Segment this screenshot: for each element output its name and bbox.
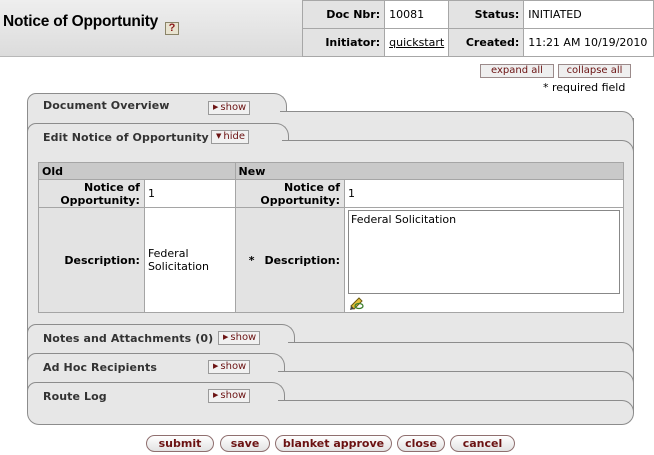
maintenance-table: Old New Notice of Opportunity: 1 Notice … [38, 162, 625, 313]
triangle-right-icon: ▶ [223, 333, 229, 341]
help-icon[interactable]: ? [165, 22, 179, 35]
old-notice-label: Notice of Opportunity: [38, 179, 145, 208]
save-button[interactable]: save [220, 435, 270, 452]
status-label: Status: [448, 0, 525, 29]
notes-toggle-button[interactable]: ▶ show [218, 331, 261, 345]
submit-button[interactable]: submit [146, 435, 214, 452]
table-header-row: Old New [38, 162, 625, 180]
table-row: Notice of Opportunity: 1 Notice of Oppor… [38, 179, 624, 208]
new-notice-label: Notice of Opportunity: [234, 179, 346, 208]
old-notice-value: 1 [143, 179, 236, 208]
tab-notes-title: Notes and Attachments (0) [43, 332, 214, 345]
cancel-button[interactable]: cancel [450, 435, 515, 452]
initiator-link[interactable]: quickstart [389, 36, 444, 49]
required-field-note: * required field [543, 81, 626, 94]
toggle-label: show [230, 332, 257, 343]
tab-adhoc-rail [278, 371, 634, 383]
pencil-icon[interactable] [348, 295, 365, 310]
close-button[interactable]: close [397, 435, 445, 452]
toggle-label: show [220, 361, 247, 372]
page-title: Notice of Opportunity [3, 13, 159, 30]
new-description-cell: Federal Solicitation [344, 207, 624, 313]
blanket-approve-button[interactable]: blanket approve [275, 435, 392, 452]
document-overview-toggle-button[interactable]: ▶ show [208, 101, 251, 115]
table-row: Description: Federal Solicitation * Descr… [38, 207, 624, 313]
tab-document-overview-title: Document Overview [43, 99, 170, 112]
old-description-value: Federal Solicitation [143, 207, 236, 313]
tab-edit-notice-rail [282, 140, 634, 154]
tab-route-log-title: Route Log [43, 390, 107, 403]
new-notice-value: 1 [344, 179, 624, 208]
expand-all-button[interactable]: expand all [480, 64, 554, 78]
new-description-label: Description: [264, 253, 340, 267]
triangle-down-icon: ▼ [216, 132, 222, 140]
triangle-right-icon: ▶ [213, 362, 219, 370]
description-textarea[interactable]: Federal Solicitation [348, 210, 620, 294]
initiator-label: Initiator: [301, 28, 386, 57]
old-description-label: Description: [38, 207, 145, 313]
created-value: 11:21 AM 10/19/2010 [523, 28, 654, 57]
new-header: New [234, 162, 625, 180]
tab-notes-rail [288, 342, 634, 354]
toggle-label: hide [223, 131, 246, 142]
toggle-label: show [220, 390, 247, 401]
document-info-table: Doc Nbr: 10081 Status: INITIATED Initiat… [301, 0, 654, 57]
old-header: Old [38, 162, 236, 180]
triangle-right-icon: ▶ [213, 391, 219, 399]
tab-route-log-rail [278, 400, 634, 412]
collapse-all-button[interactable]: collapse all [558, 64, 631, 78]
doc-nbr-label: Doc Nbr: [301, 0, 386, 29]
tab-adhoc-title: Ad Hoc Recipients [43, 361, 157, 374]
toggle-label: show [220, 102, 247, 113]
tab-document-overview-rail [280, 111, 634, 123]
tab-edit-notice-title: Edit Notice of Opportunity [43, 131, 209, 144]
new-description-label-cell: * Description: [234, 207, 346, 313]
status-value: INITIATED [523, 0, 654, 29]
doc-nbr-value: 10081 [384, 0, 450, 29]
initiator-cell: quickstart [384, 28, 450, 57]
triangle-right-icon: ▶ [213, 103, 219, 111]
adhoc-toggle-button[interactable]: ▶ show [208, 360, 251, 374]
required-star: * [248, 253, 255, 267]
created-label: Created: [448, 28, 525, 57]
edit-notice-toggle-button[interactable]: ▼ hide [211, 130, 250, 144]
route-log-toggle-button[interactable]: ▶ show [208, 389, 251, 403]
